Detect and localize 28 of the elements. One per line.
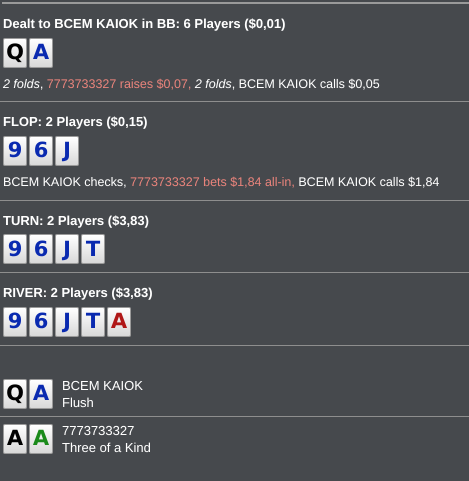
playing-card: A xyxy=(3,424,27,454)
action-text: BCEM KAIOK checks, 7773733327 bets $1,84 all-in, BCEM KAIOK calls $1,84 xyxy=(3,174,440,191)
playing-card: A xyxy=(29,38,53,68)
street-heading: TURN: 2 Players ($3,83) xyxy=(3,212,150,230)
playing-card: Q xyxy=(3,378,27,408)
playing-card: 6 xyxy=(29,234,53,264)
playing-card: 9 xyxy=(3,234,27,264)
hand-rank: Three of a Kind xyxy=(62,438,151,456)
playing-card: A xyxy=(107,306,131,336)
street-heading: FLOP: 2 Players ($0,15) xyxy=(3,113,149,132)
street-heading: Dealt to BCEM KAIOK in BB: 6 Players ($0,01) xyxy=(3,15,286,33)
playing-card: J xyxy=(55,234,79,264)
player-name: 7773733327 xyxy=(62,422,136,438)
playing-card: A xyxy=(29,424,53,454)
street-heading: RIVER: 2 Players ($3,83) xyxy=(3,284,154,302)
playing-card: 9 xyxy=(3,306,27,336)
player-name: BCEM KAIOK xyxy=(62,376,143,394)
playing-card: T xyxy=(81,234,105,264)
playing-card: 6 xyxy=(29,136,53,166)
playing-card: J xyxy=(55,306,79,336)
playing-card: A xyxy=(29,378,53,408)
playing-card: T xyxy=(81,306,105,336)
playing-card: 9 xyxy=(3,136,27,166)
playing-card: 6 xyxy=(29,306,53,336)
playing-card: Q xyxy=(3,38,27,68)
playing-card: J xyxy=(55,136,79,166)
action-text: 2 folds, 7773733327 raises $0,07, 2 folds, BCEM KAIOK calls $0,05 xyxy=(3,76,381,92)
hand-rank: Flush xyxy=(62,394,95,410)
